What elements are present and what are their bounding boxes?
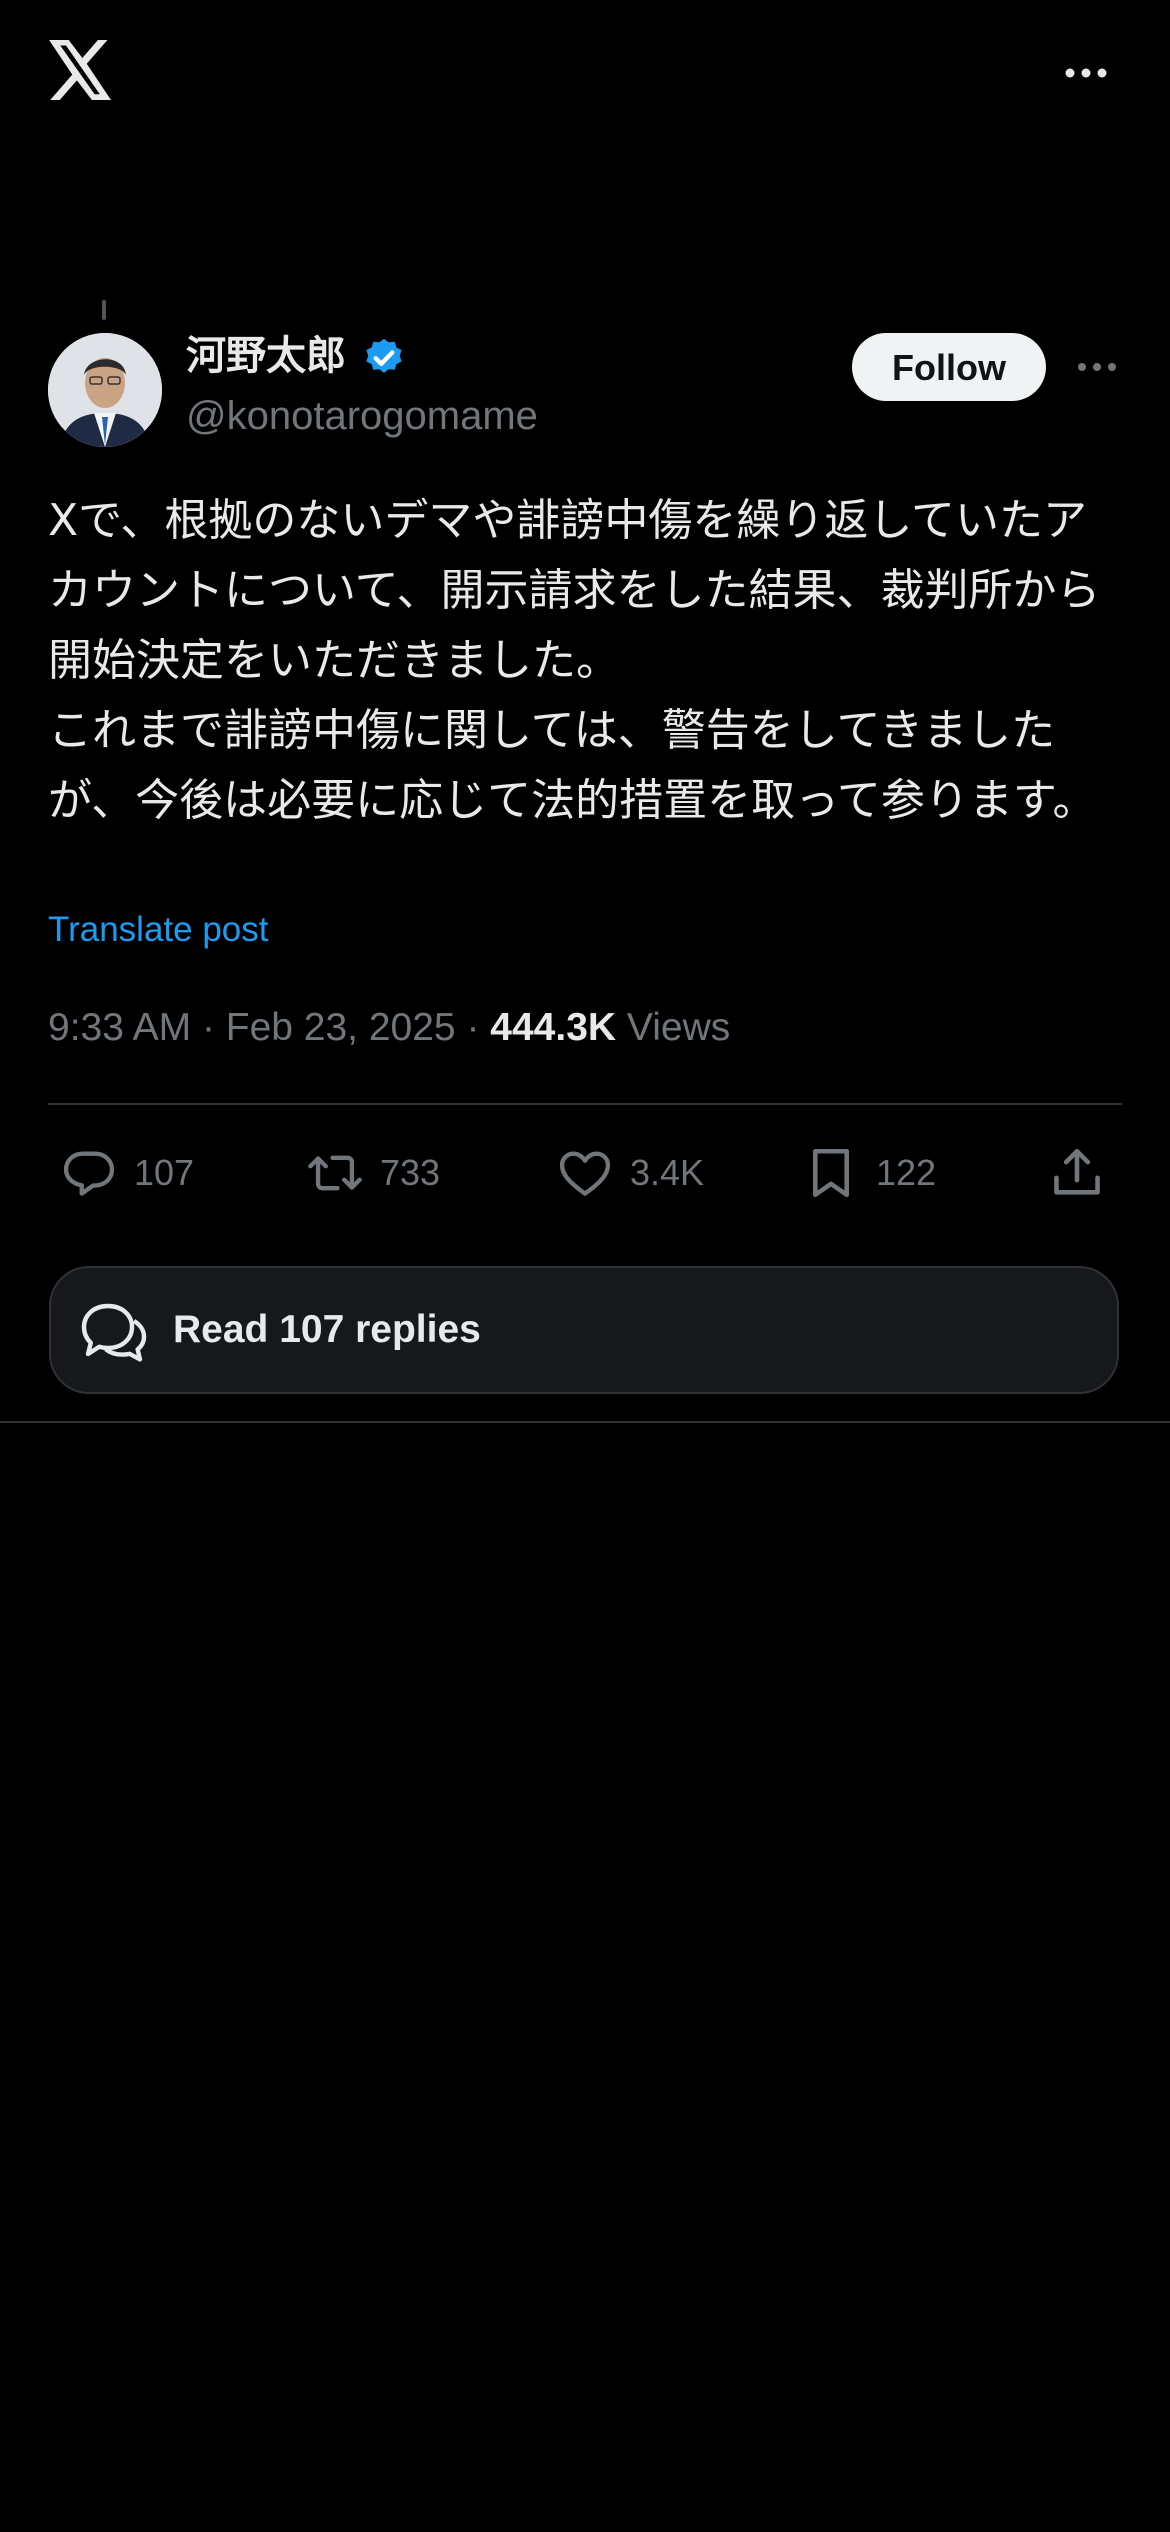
- author-handle[interactable]: @konotarogomame: [186, 390, 538, 442]
- reply-button[interactable]: 107: [60, 1142, 194, 1204]
- meta-separator: ·: [201, 1006, 226, 1049]
- post-text: Xで、根拠のないデマや誹謗中傷を繰り返していたアカウントについて、開示請求をした…: [48, 495, 1101, 826]
- reply-count: 107: [134, 1152, 195, 1193]
- read-replies-label[interactable]: Read 107 replies: [173, 1306, 481, 1354]
- post-meta: 9:33 AM · Feb 23, 2025 · 444.3K Views: [48, 1002, 730, 1054]
- translate-post-link[interactable]: Translate post: [48, 906, 268, 954]
- repost-icon: [308, 1155, 362, 1191]
- views-count: 444.3K: [490, 1006, 617, 1049]
- meta-separator: ·: [466, 1006, 491, 1049]
- repost-count: 733: [380, 1152, 441, 1193]
- share-button[interactable]: [1048, 1142, 1122, 1204]
- heart-icon: [559, 1151, 611, 1196]
- follow-button[interactable]: Follow: [852, 333, 1046, 401]
- divider: [48, 1103, 1122, 1105]
- repost-button[interactable]: 733: [306, 1142, 440, 1204]
- x-logo-icon[interactable]: [48, 40, 114, 100]
- share-icon: [1054, 1148, 1100, 1195]
- reply-icon: [63, 1151, 115, 1196]
- like-count: 3.4K: [630, 1152, 705, 1193]
- replies-bubbles-icon: [81, 1303, 147, 1362]
- more-horizontal-icon[interactable]: [1062, 58, 1110, 88]
- post-date[interactable]: Feb 23, 2025: [226, 1006, 456, 1049]
- bookmark-button[interactable]: 122: [802, 1142, 936, 1204]
- divider: [0, 1421, 1170, 1423]
- post-time[interactable]: 9:33 AM: [48, 1006, 191, 1049]
- post-more-icon[interactable]: [1076, 358, 1118, 376]
- thread-connector: [102, 300, 106, 320]
- author-name[interactable]: 河野太郎: [186, 330, 346, 382]
- verified-badge-icon: [366, 338, 402, 373]
- views-label: Views: [626, 1006, 731, 1049]
- bookmark-count: 122: [876, 1152, 937, 1193]
- like-button[interactable]: 3.4K: [556, 1142, 704, 1204]
- avatar[interactable]: [48, 333, 162, 447]
- bookmark-icon: [812, 1148, 850, 1198]
